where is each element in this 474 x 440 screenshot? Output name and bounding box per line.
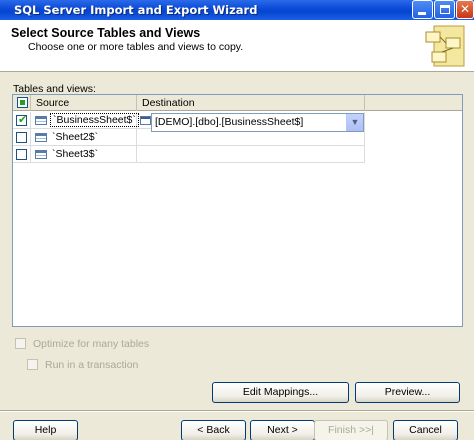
window-title: SQL Server Import and Export Wizard xyxy=(14,3,258,17)
cancel-button[interactable]: Cancel xyxy=(393,420,458,440)
page-title: Select Source Tables and Views xyxy=(11,26,201,40)
row-checkbox[interactable] xyxy=(16,149,27,160)
destination-combobox[interactable]: [DEMO].[dbo].[BusinessSheet$] ▼ xyxy=(151,113,364,132)
wizard-header: Select Source Tables and Views Choose on… xyxy=(0,20,474,72)
maximize-icon xyxy=(440,5,450,14)
row-check-cell: ✔ xyxy=(13,112,31,129)
select-all-checkbox[interactable] xyxy=(17,97,28,108)
wizard-window: SQL Server Import and Export Wizard ✕ Se… xyxy=(0,0,474,440)
finish-button: Finish >>| xyxy=(314,420,388,440)
table-row[interactable]: `Sheet3$` xyxy=(13,146,462,163)
source-cell[interactable]: `BusinessSheet$` xyxy=(31,112,139,129)
optimize-label: Optimize for many tables xyxy=(33,338,150,350)
preview-button[interactable]: Preview... xyxy=(355,382,460,403)
destination-table-icon xyxy=(140,116,151,125)
wizard-tables-icon xyxy=(425,25,465,67)
table-icon xyxy=(35,133,47,142)
title-bar[interactable]: SQL Server Import and Export Wizard ✕ xyxy=(0,0,474,20)
table-icon xyxy=(35,150,47,159)
minimize-icon xyxy=(418,12,426,15)
close-button[interactable]: ✕ xyxy=(456,0,474,19)
minimize-button[interactable] xyxy=(412,0,433,19)
source-name: `BusinessSheet$` xyxy=(50,113,139,127)
check-icon: ✔ xyxy=(18,114,28,126)
grid-header: Source Destination xyxy=(13,95,462,111)
footer-separator xyxy=(0,410,474,412)
row-check-cell xyxy=(13,146,31,163)
maximize-button[interactable] xyxy=(434,0,455,19)
row-checkbox-checked[interactable]: ✔ xyxy=(16,114,28,126)
destination-cell[interactable] xyxy=(137,146,365,163)
column-header-source[interactable]: Source xyxy=(31,95,137,111)
destination-value: [DEMO].[dbo].[BusinessSheet$] xyxy=(155,116,304,128)
table-icon xyxy=(35,116,47,125)
close-icon: ✕ xyxy=(459,2,471,16)
chevron-down-icon[interactable]: ▼ xyxy=(346,114,363,131)
column-header-destination[interactable]: Destination xyxy=(137,95,365,111)
source-cell[interactable]: `Sheet3$` xyxy=(31,146,137,163)
row-check-cell xyxy=(13,129,31,146)
transaction-checkbox xyxy=(27,359,38,370)
next-button[interactable]: Next > xyxy=(250,420,315,440)
transaction-label: Run in a transaction xyxy=(45,359,139,371)
select-all-cell[interactable] xyxy=(13,95,31,111)
source-cell[interactable]: `Sheet2$` xyxy=(31,129,137,146)
back-button[interactable]: < Back xyxy=(181,420,246,440)
source-name: `Sheet2$` xyxy=(52,131,99,143)
optimize-checkbox xyxy=(15,338,26,349)
help-button[interactable]: Help xyxy=(13,420,78,440)
source-name: `Sheet3$` xyxy=(52,148,99,160)
edit-mappings-button[interactable]: Edit Mappings... xyxy=(212,382,349,403)
row-checkbox[interactable] xyxy=(16,132,27,143)
page-subtitle: Choose one or more tables and views to c… xyxy=(28,41,244,53)
